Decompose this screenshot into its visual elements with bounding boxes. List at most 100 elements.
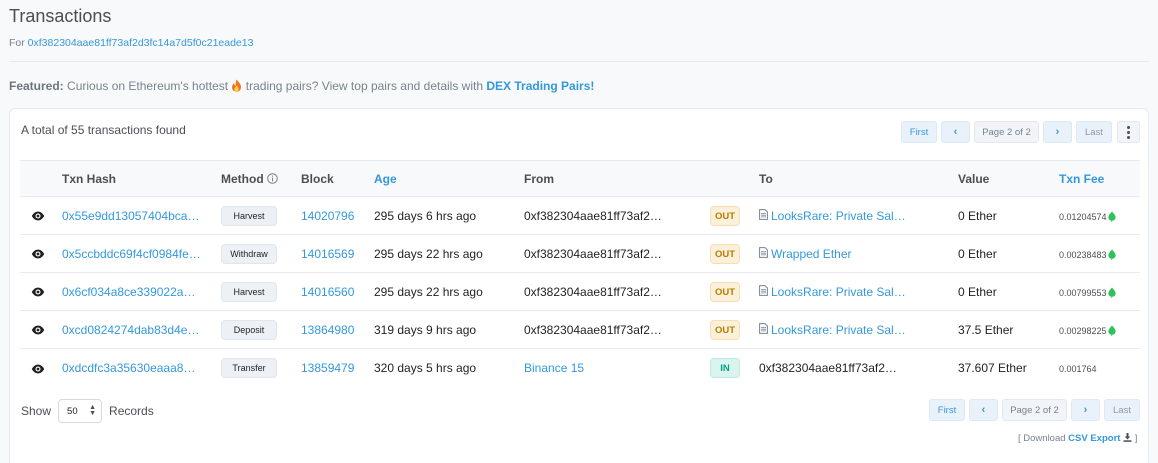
sort-caret-icon: ▲ ▼ — [89, 404, 97, 417]
fee-cell: 0.001764 — [1059, 349, 1140, 387]
dot — [1127, 135, 1130, 139]
txn-hash-cell: 0xcd0824274dab83d4e… — [62, 310, 221, 349]
method-header: Method — [221, 160, 301, 197]
method-badge: Deposit — [221, 319, 277, 340]
last-page-button-bottom[interactable]: Last — [1104, 399, 1140, 421]
block-link[interactable]: 13859479 — [301, 361, 354, 375]
prev-page-button-bottom[interactable]: ‹ — [969, 399, 998, 421]
fee-value: 0.001764 — [1059, 363, 1097, 374]
from-cell: 0xf382304aae81ff73af2… — [524, 272, 710, 311]
first-page-button[interactable]: First — [901, 121, 937, 143]
txn-fee-header[interactable]: Txn Fee — [1059, 160, 1140, 197]
txn-hash-header: Txn Hash — [62, 160, 221, 197]
method-cell: Harvest — [221, 272, 301, 311]
txn-hash-cell: 0x6cf034a8ce339022a… — [62, 272, 221, 311]
value-cell: 0 Ether — [958, 234, 1059, 273]
info-icon[interactable] — [267, 172, 278, 184]
transactions-table: Txn Hash Method Block Age From To Value … — [20, 160, 1140, 387]
gas-icon — [1107, 211, 1116, 222]
method-cell: Harvest — [221, 196, 301, 235]
address-link[interactable]: 0xf382304aae81ff73af2d3fc14a7d5f0c21eade… — [28, 37, 254, 49]
eye-icon[interactable] — [31, 364, 45, 374]
from-link[interactable]: Binance 15 — [524, 361, 584, 375]
direction-badge: OUT — [710, 243, 740, 264]
page-title: Transactions — [9, 6, 112, 26]
eye-cell — [20, 196, 62, 235]
page-size-control: Show 50 ▲ ▼ Records — [21, 399, 154, 423]
method-badge: Withdraw — [221, 243, 277, 264]
download-icon[interactable] — [1123, 433, 1132, 442]
transactions-card: A total of 55 transactions found First ‹… — [9, 108, 1149, 463]
next-page-button[interactable]: › — [1043, 121, 1072, 143]
eye-icon[interactable] — [31, 249, 45, 259]
eye-icon[interactable] — [31, 287, 45, 297]
from-cell: 0xf382304aae81ff73af2… — [524, 234, 710, 273]
block-cell: 14016560 — [301, 272, 374, 311]
value-cell: 37.607 Ether — [958, 360, 1027, 375]
direction-cell: OUT — [710, 196, 759, 235]
show-label: Show — [21, 404, 52, 418]
table-header-row: Txn Hash Method Block Age From To Value … — [20, 160, 1140, 197]
direction-badge: OUT — [710, 281, 740, 302]
age-cell: 295 days 22 hrs ago — [374, 272, 524, 311]
direction-cell: OUT — [710, 272, 759, 311]
age-cell: 319 days 9 hrs ago — [374, 310, 524, 349]
table-row: 0x55e9dd13057404bca… Harvest 14020796 295 d… — [20, 196, 1140, 235]
eye-column-header — [20, 160, 62, 197]
block-link[interactable]: 14016560 — [301, 285, 354, 299]
from-header: From — [524, 160, 710, 197]
gas-icon — [1107, 325, 1116, 336]
dot — [1127, 130, 1130, 134]
block-cell: 13864980 — [301, 310, 374, 349]
block-link[interactable]: 13864980 — [301, 323, 354, 337]
txn-hash-link[interactable]: 0x55e9dd13057404bca… — [62, 209, 199, 223]
from-cell: 0xf382304aae81ff73af2… — [524, 310, 710, 349]
prev-page-button[interactable]: ‹ — [941, 121, 970, 143]
fee-cell: 0.01204574 — [1059, 196, 1140, 235]
txn-hash-cell: 0x55e9dd13057404bca… — [62, 196, 221, 235]
block-link[interactable]: 14016569 — [301, 247, 354, 261]
records-label: Records — [109, 404, 154, 418]
block-link[interactable]: 14020796 — [301, 209, 354, 223]
to-link[interactable]: Wrapped Ether — [771, 247, 852, 261]
from-address: 0xf382304aae81ff73af2… — [524, 284, 662, 299]
featured-label: Featured: — [9, 79, 64, 93]
fee-cell: 0.00298225 — [1059, 310, 1140, 349]
contract-icon — [759, 247, 768, 258]
fee-value: 0.01204574 — [1059, 211, 1107, 222]
method-cell: Deposit — [221, 310, 301, 349]
direction-header — [710, 160, 759, 197]
to-link[interactable]: LooksRare: Private Sal… — [771, 323, 906, 337]
to-link[interactable]: LooksRare: Private Sal… — [771, 285, 906, 299]
eye-icon[interactable] — [31, 211, 45, 221]
more-options-button[interactable] — [1117, 121, 1140, 143]
txn-hash-link[interactable]: 0xdcdfc3a35630eaaa8… — [62, 361, 195, 375]
to-cell: LooksRare: Private Sal… — [759, 196, 958, 235]
last-page-button[interactable]: Last — [1076, 121, 1112, 143]
dex-trading-pairs-link[interactable]: DEX Trading Pairs! — [486, 79, 594, 93]
txn-hash-link[interactable]: 0x6cf034a8ce339022a… — [62, 285, 195, 299]
age-header[interactable]: Age — [374, 160, 524, 197]
fee-value: 0.00298225 — [1059, 325, 1107, 336]
method-badge: Transfer — [221, 357, 277, 378]
txn-hash-link[interactable]: 0xcd0824274dab83d4e… — [62, 323, 199, 337]
direction-cell: IN — [710, 349, 759, 387]
page-info-bottom: Page 2 of 2 — [1002, 399, 1067, 421]
eye-cell — [20, 310, 62, 349]
gas-icon — [1107, 249, 1116, 260]
table-row: 0x6cf034a8ce339022a… Harvest 14016560 295 d… — [20, 272, 1140, 311]
eye-icon[interactable] — [31, 325, 45, 335]
age-cell: 295 days 6 hrs ago — [374, 196, 524, 235]
to-link[interactable]: LooksRare: Private Sal… — [771, 209, 906, 223]
txn-hash-link[interactable]: 0x5ccbddc69f4cf0984fe… — [62, 247, 201, 261]
block-cell: 13859479 — [301, 349, 374, 387]
page-size-select[interactable]: 50 ▲ ▼ — [58, 399, 103, 423]
csv-export-link[interactable]: CSV Export — [1068, 433, 1120, 444]
gas-icon — [1107, 287, 1116, 298]
fee-value: 0.00238483 — [1059, 249, 1107, 260]
next-page-button-bottom[interactable]: › — [1071, 399, 1100, 421]
to-cell: 0xf382304aae81ff73af2… — [759, 349, 958, 387]
fee-value: 0.00799553 — [1059, 287, 1107, 298]
value-cell: 0 Ether — [958, 196, 1059, 235]
first-page-button-bottom[interactable]: First — [929, 399, 965, 421]
